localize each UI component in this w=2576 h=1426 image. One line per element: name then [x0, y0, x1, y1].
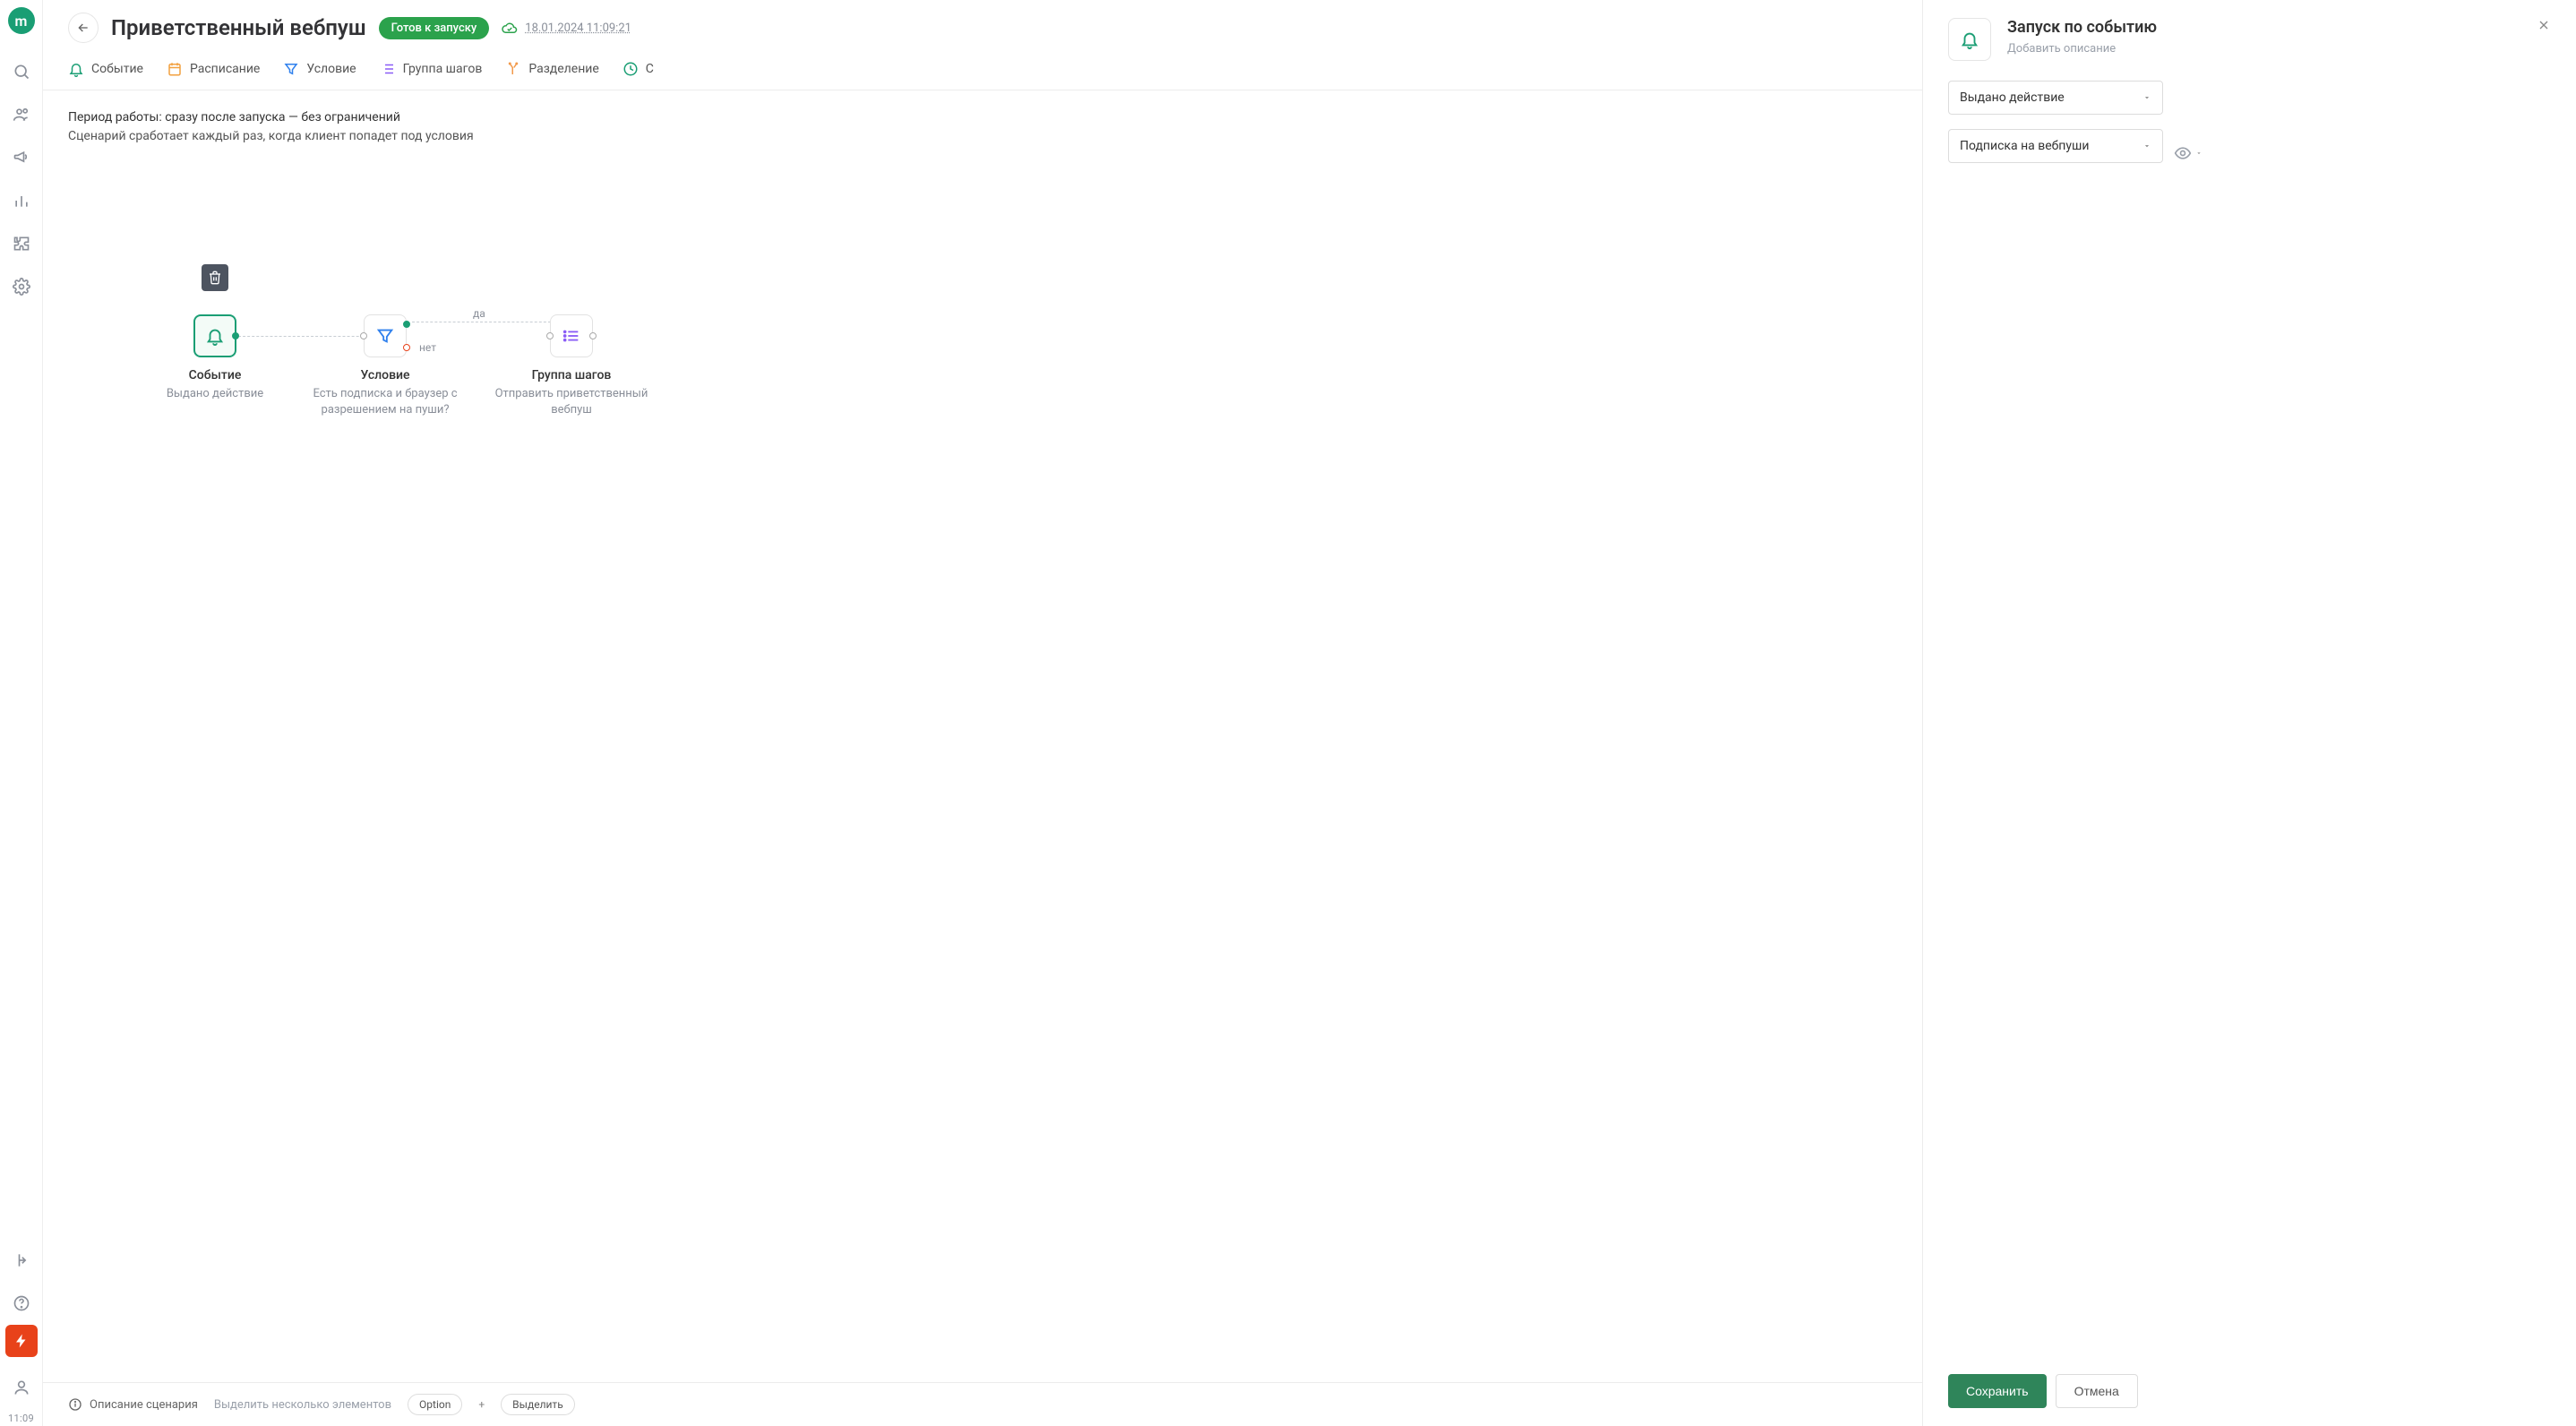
node-group[interactable]: Группа шагов Отправить приветственный ве…	[482, 314, 661, 417]
bell-icon	[205, 326, 225, 346]
bell-icon	[1960, 30, 1979, 49]
close-button[interactable]	[2537, 18, 2556, 38]
header: Приветственный вебпуш Готов к запуску 18…	[43, 0, 1922, 43]
nav-help-icon[interactable]	[0, 1282, 43, 1325]
nav-megaphone-icon[interactable]	[0, 136, 43, 179]
port-out[interactable]	[589, 332, 597, 339]
app-logo[interactable]: m	[8, 7, 35, 34]
node-subtitle: Есть подписка и браузер с разрешением на…	[296, 386, 475, 417]
timestamp-text: 18.01.2024 11:09:21	[525, 21, 631, 35]
tool-split[interactable]: Разделение	[505, 61, 598, 77]
port-out-yes[interactable]	[403, 321, 410, 328]
key-hint: Option	[408, 1394, 462, 1415]
node-subtitle: Отправить приветственный вебпуш	[482, 386, 661, 417]
nav-chart-icon[interactable]	[0, 179, 43, 222]
tool-label: Условие	[306, 62, 356, 76]
node-title: Событие	[125, 368, 305, 382]
select-action[interactable]: Выделить	[501, 1394, 575, 1415]
side-panel: Запуск по событию Добавить описание Выда…	[1922, 0, 2576, 1426]
nav-gear-icon[interactable]	[0, 265, 43, 308]
canvas-line2: Сценарий сработает каждый раз, когда кли…	[68, 127, 1897, 146]
tool-group[interactable]: Группа шагов	[380, 61, 483, 77]
footer-hint: Выделить несколько элементов	[214, 1398, 391, 1412]
node-title: Группа шагов	[482, 368, 661, 382]
chevron-down-icon	[2142, 93, 2151, 102]
scenario-description[interactable]: Описание сценария	[68, 1397, 198, 1412]
filter-icon	[283, 61, 299, 77]
chevron-down-icon	[2142, 142, 2151, 150]
canvas-line1: Период работы: сразу после запуска — без…	[68, 108, 1897, 127]
toolbar: Событие Расписание Условие Группа шагов …	[43, 43, 1922, 90]
panel-title: Запуск по событию	[2007, 18, 2157, 37]
list-icon	[562, 326, 581, 346]
flow: да нет Событие Выдано действие	[133, 314, 1922, 494]
tool-label: Расписание	[190, 62, 260, 76]
tool-schedule[interactable]: Расписание	[167, 61, 260, 77]
status-badge: Готов к запуску	[379, 17, 490, 39]
save-button[interactable]: Сохранить	[1948, 1374, 2047, 1408]
nav-user-icon[interactable]	[0, 1366, 43, 1409]
tool-label: С	[646, 62, 654, 76]
calendar-icon	[167, 61, 183, 77]
select-value: Выдано действие	[1960, 90, 2065, 105]
nav-people-icon[interactable]	[0, 93, 43, 136]
select-event[interactable]: Подписка на вебпуши	[1948, 129, 2163, 163]
tool-wait[interactable]: С	[623, 61, 654, 77]
tool-event[interactable]: Событие	[68, 61, 143, 77]
node-subtitle: Выдано действие	[125, 386, 305, 402]
tool-label: Разделение	[528, 62, 598, 76]
clock-icon	[623, 61, 639, 77]
node-event[interactable]: Событие Выдано действие	[125, 314, 305, 402]
visibility-toggle[interactable]	[2174, 144, 2202, 162]
main: Приветственный вебпуш Готов к запуску 18…	[43, 0, 1922, 1426]
filter-icon	[375, 326, 395, 346]
canvas-info: Период работы: сразу после запуска — без…	[68, 108, 1897, 146]
port-out-no[interactable]	[403, 344, 410, 351]
sidebar: m 11:09	[0, 0, 43, 1426]
eye-icon	[2174, 144, 2192, 162]
canvas[interactable]: Период работы: сразу после запуска — без…	[43, 90, 1922, 1382]
plus-label: +	[478, 1398, 485, 1411]
select-action-type[interactable]: Выдано действие	[1948, 81, 2163, 115]
tool-label: Событие	[91, 62, 143, 76]
footer: Описание сценария Выделить несколько эле…	[43, 1382, 1922, 1426]
footer-desc: Описание сценария	[90, 1398, 198, 1412]
port-in[interactable]	[360, 332, 367, 339]
split-icon	[505, 61, 521, 77]
sidebar-time: 11:09	[8, 1413, 34, 1424]
node-condition[interactable]: Условие Есть подписка и браузер с разреш…	[296, 314, 475, 417]
nav-puzzle-icon[interactable]	[0, 222, 43, 265]
port-out[interactable]	[232, 332, 239, 339]
bell-icon	[68, 61, 84, 77]
info-icon	[68, 1397, 82, 1412]
back-button[interactable]	[68, 13, 99, 43]
panel-subtitle[interactable]: Добавить описание	[2007, 42, 2157, 56]
nav-bolt-button[interactable]	[5, 1325, 38, 1357]
save-timestamp[interactable]: 18.01.2024 11:09:21	[502, 20, 631, 36]
nav-logout-icon[interactable]	[0, 1239, 43, 1282]
select-value: Подписка на вебпуши	[1960, 139, 2089, 153]
delete-node-button[interactable]	[202, 264, 228, 291]
port-in[interactable]	[546, 332, 554, 339]
cancel-button[interactable]: Отмена	[2056, 1374, 2138, 1408]
node-title: Условие	[296, 368, 475, 382]
chevron-down-icon	[2195, 150, 2202, 157]
nav-search-icon[interactable]	[0, 50, 43, 93]
tool-condition[interactable]: Условие	[283, 61, 356, 77]
tool-label: Группа шагов	[403, 62, 483, 76]
panel-icon	[1948, 18, 1991, 61]
page-title: Приветственный вебпуш	[111, 15, 366, 40]
cloud-check-icon	[502, 20, 518, 36]
list-icon	[380, 61, 396, 77]
